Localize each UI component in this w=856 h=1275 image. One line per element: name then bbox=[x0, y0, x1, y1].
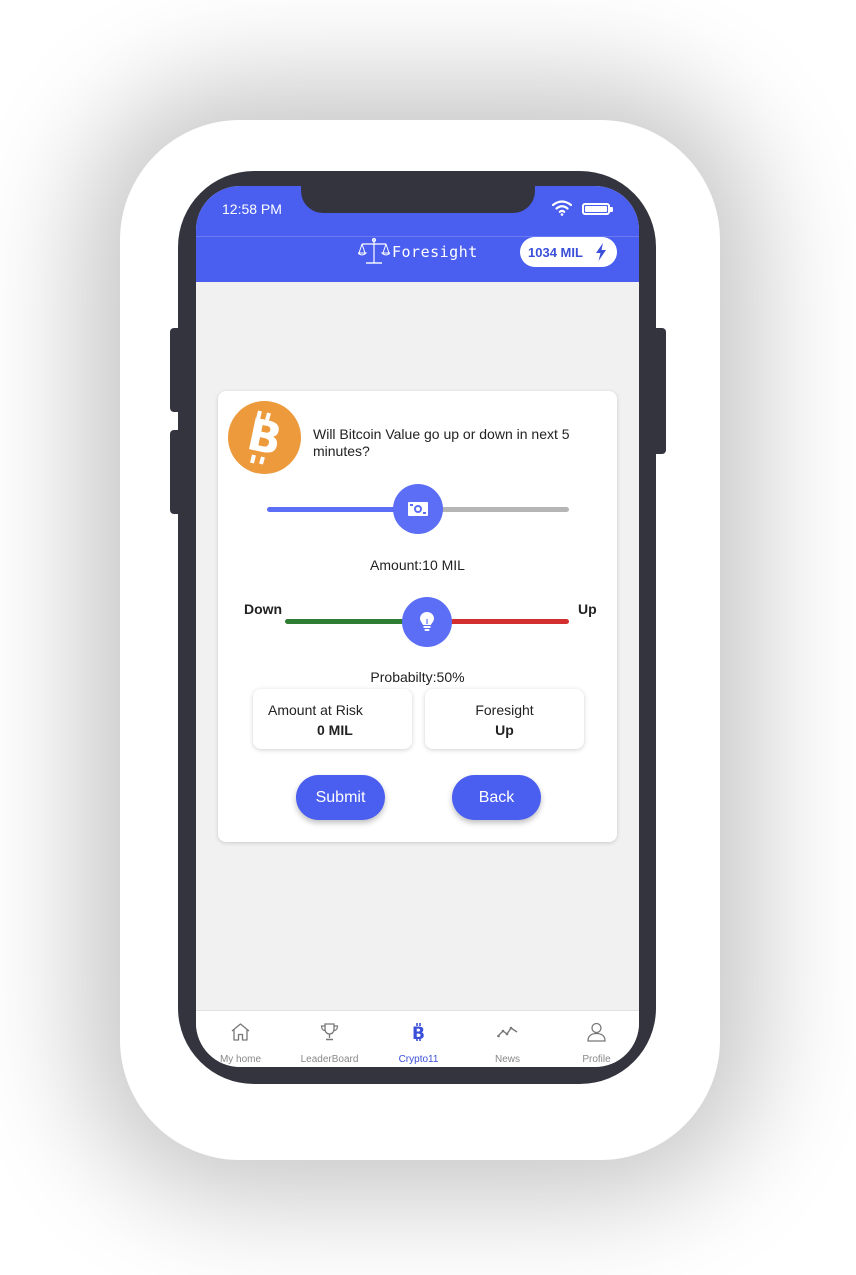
tab-label: Profile bbox=[582, 1054, 611, 1065]
question-text: Will Bitcoin Value go up or down in next… bbox=[313, 426, 570, 459]
foresight-card: Foresight Up bbox=[425, 689, 584, 749]
user-icon bbox=[587, 1022, 606, 1042]
balance-value: 1034 MIL bbox=[528, 244, 583, 260]
tab-news[interactable]: News bbox=[463, 1011, 552, 1067]
amount-at-risk-title: Amount at Risk bbox=[268, 702, 363, 718]
scales-logo-icon bbox=[358, 238, 390, 264]
trend-icon bbox=[497, 1026, 518, 1038]
tab-label: My home bbox=[219, 1054, 262, 1065]
app-brand-name: Foresight bbox=[392, 243, 478, 261]
amount-slider-thumb[interactable] bbox=[393, 484, 443, 534]
trophy-icon bbox=[320, 1023, 339, 1041]
tab-label: LeaderBoard bbox=[300, 1054, 359, 1065]
tab-leaderboard[interactable]: LeaderBoard bbox=[285, 1011, 374, 1067]
foresight-title: Foresight bbox=[475, 702, 534, 718]
wifi-icon bbox=[552, 200, 572, 216]
probability-label: Probabilty:50% bbox=[370, 669, 465, 685]
amount-at-risk-value: 0 MIL bbox=[317, 722, 353, 738]
down-label: Down bbox=[244, 601, 283, 617]
battery-icon bbox=[582, 203, 613, 215]
balance-pill[interactable]: 1034 MIL bbox=[520, 237, 617, 267]
tab-profile[interactable]: Profile bbox=[552, 1011, 639, 1067]
up-label: Up bbox=[578, 601, 597, 617]
bitcoin-icon: B bbox=[412, 1023, 425, 1042]
foresight-value: Up bbox=[495, 722, 514, 738]
back-button[interactable]: Back bbox=[452, 775, 541, 820]
tab-my-home[interactable]: My home bbox=[196, 1011, 285, 1067]
tab-crypto11[interactable]: B Crypto11 bbox=[374, 1011, 463, 1067]
probability-slider-thumb[interactable] bbox=[402, 597, 452, 647]
tab-label: Crypto11 bbox=[398, 1054, 439, 1065]
phone-notch bbox=[301, 186, 535, 213]
amount-at-risk-card: Amount at Risk 0 MIL bbox=[253, 689, 412, 749]
bitcoin-icon: B bbox=[228, 401, 301, 474]
bottom-tab-bar: My home LeaderBoard B Crypto11 News Prof… bbox=[196, 1010, 639, 1067]
money-icon bbox=[408, 502, 428, 516]
lightbulb-icon bbox=[420, 612, 434, 631]
home-icon bbox=[231, 1023, 250, 1041]
prediction-card: B Will Bitcoin Value go up or down in ne… bbox=[218, 391, 617, 842]
status-time: 12:58 PM bbox=[222, 201, 282, 217]
phone-screen: 12:58 PM Foresight 1034 MIL B Will Bitco… bbox=[196, 186, 639, 1067]
amount-label: Amount:10 MIL bbox=[370, 557, 465, 573]
tab-label: News bbox=[494, 1054, 520, 1065]
svg-text:B: B bbox=[412, 1024, 425, 1042]
lightning-icon bbox=[596, 243, 606, 261]
submit-button[interactable]: Submit bbox=[296, 775, 385, 820]
